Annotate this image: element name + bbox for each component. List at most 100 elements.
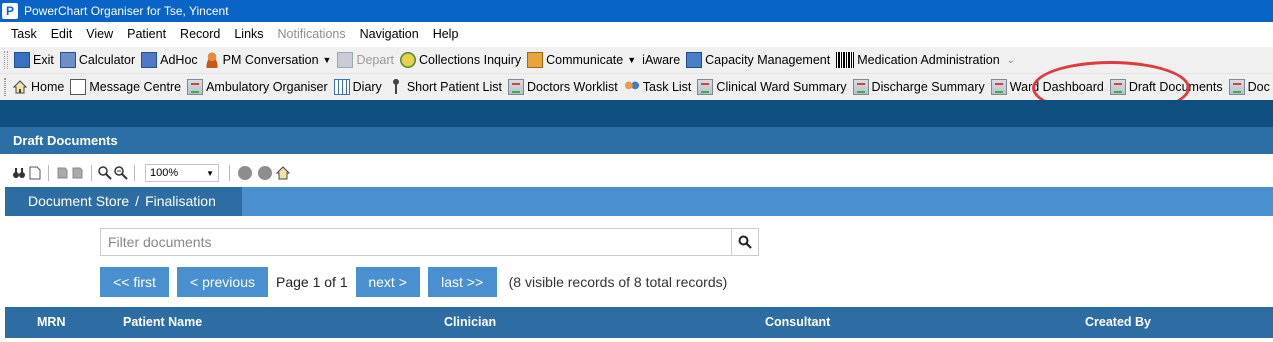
draft-documents-button[interactable]: Draft Documents bbox=[1107, 76, 1226, 98]
exit-label: Exit bbox=[33, 53, 54, 67]
breadcrumb-separator: / bbox=[135, 193, 140, 209]
column-header-created-by[interactable]: Created By bbox=[1085, 307, 1151, 338]
capacity-management-button[interactable]: Capacity Management bbox=[683, 49, 833, 71]
zoom-select[interactable]: 100% ▼ bbox=[145, 164, 219, 182]
menu-help[interactable]: Help bbox=[426, 22, 466, 47]
discharge-summary-button[interactable]: Discharge Summary bbox=[850, 76, 988, 98]
navigation-toolbar: Home Message Centre Ambulatory Organiser… bbox=[0, 74, 1273, 100]
home-icon bbox=[12, 80, 28, 94]
ward-dashboard-label: Ward Dashboard bbox=[1009, 80, 1104, 94]
doctors-worklist-button[interactable]: Doctors Worklist bbox=[505, 76, 621, 98]
patient-banner-bar bbox=[0, 100, 1273, 127]
filter-documents-input[interactable]: Filter documents bbox=[100, 228, 731, 256]
search-icon bbox=[738, 235, 752, 249]
chevron-down-icon[interactable]: ▼ bbox=[627, 55, 636, 65]
previous-page-icon[interactable] bbox=[55, 166, 69, 180]
chevron-down-icon[interactable]: ▼ bbox=[323, 55, 332, 65]
coin-icon bbox=[399, 52, 416, 68]
person-icon bbox=[203, 52, 220, 68]
pagination: << first < previous Page 1 of 1 next > l… bbox=[100, 267, 727, 297]
doctors-worklist-label: Doctors Worklist bbox=[527, 80, 618, 94]
toolbar-divider bbox=[134, 165, 135, 181]
stop-circle-icon[interactable] bbox=[258, 166, 272, 180]
document-icon bbox=[508, 79, 525, 95]
task-list-label: Task List bbox=[642, 80, 692, 94]
last-page-button[interactable]: last >> bbox=[427, 267, 497, 297]
menu-navigation[interactable]: Navigation bbox=[353, 22, 426, 47]
draft-documents-label: Draft Documents bbox=[1128, 80, 1223, 94]
pm-conversation-button[interactable]: PM Conversation ▼ bbox=[201, 49, 335, 71]
document-icon bbox=[990, 79, 1007, 95]
diary-label: Diary bbox=[352, 80, 382, 94]
column-header-mrn[interactable]: MRN bbox=[37, 307, 65, 338]
medication-administration-label: Medication Administration bbox=[857, 53, 1000, 67]
first-page-button[interactable]: << first bbox=[100, 267, 169, 297]
home-button[interactable]: Home bbox=[9, 76, 67, 98]
powerchart-app-icon: P bbox=[2, 3, 18, 19]
next-page-button[interactable]: next > bbox=[355, 267, 420, 297]
doc-signing-label: Doc Signing bbox=[1247, 80, 1273, 94]
previous-page-button[interactable]: < previous bbox=[177, 267, 268, 297]
menu-view[interactable]: View bbox=[79, 22, 120, 47]
chart-icon bbox=[686, 52, 703, 68]
page-icon[interactable] bbox=[28, 166, 42, 180]
menu-edit[interactable]: Edit bbox=[44, 22, 80, 47]
walking-person-icon bbox=[387, 79, 404, 95]
chevron-down-icon: ▼ bbox=[206, 168, 214, 178]
message-icon bbox=[70, 79, 87, 95]
documents-table-header: MRN Patient Name Clinician Consultant Cr… bbox=[5, 307, 1273, 338]
toolbar-overflow-icon[interactable]: ⌄ bbox=[1007, 55, 1015, 66]
message-centre-button[interactable]: Message Centre bbox=[67, 76, 184, 98]
exit-button[interactable]: Exit bbox=[11, 49, 57, 71]
collections-inquiry-button[interactable]: Collections Inquiry bbox=[397, 49, 524, 71]
document-icon bbox=[697, 79, 714, 95]
menu-record[interactable]: Record bbox=[173, 22, 227, 47]
toolbar-grip[interactable] bbox=[4, 78, 6, 96]
short-patient-list-button[interactable]: Short Patient List bbox=[385, 76, 505, 98]
clinical-ward-summary-button[interactable]: Clinical Ward Summary bbox=[694, 76, 849, 98]
section-title: Draft Documents bbox=[0, 127, 1273, 154]
column-header-clinician[interactable]: Clinician bbox=[444, 307, 496, 338]
breadcrumb-root[interactable]: Document Store bbox=[28, 193, 129, 209]
zoom-in-icon[interactable] bbox=[114, 166, 128, 180]
viewer-toolbar: 100% ▼ bbox=[0, 160, 320, 186]
document-icon bbox=[1228, 79, 1245, 95]
ward-dashboard-button[interactable]: Ward Dashboard bbox=[988, 76, 1107, 98]
document-icon bbox=[187, 79, 204, 95]
calculator-button[interactable]: Calculator bbox=[57, 49, 138, 71]
iaware-button[interactable]: iAware bbox=[639, 49, 683, 71]
column-header-consultant[interactable]: Consultant bbox=[765, 307, 830, 338]
communicate-button[interactable]: Communicate ▼ bbox=[524, 49, 639, 71]
home-label: Home bbox=[31, 80, 65, 94]
calculator-icon bbox=[59, 52, 76, 68]
record-circle-icon[interactable] bbox=[238, 166, 252, 180]
envelope-icon bbox=[527, 52, 544, 68]
discharge-summary-label: Discharge Summary bbox=[871, 80, 985, 94]
breadcrumb-bar: Document Store / Finalisation bbox=[5, 187, 1273, 216]
toolbar-divider bbox=[48, 165, 49, 181]
menu-links[interactable]: Links bbox=[227, 22, 270, 47]
home-icon[interactable] bbox=[276, 166, 290, 180]
medication-administration-button[interactable]: Medication Administration bbox=[833, 49, 1002, 71]
adhoc-label: AdHoc bbox=[160, 53, 198, 67]
pm-conversation-label: PM Conversation bbox=[222, 53, 319, 67]
menu-patient[interactable]: Patient bbox=[120, 22, 173, 47]
menu-notifications: Notifications bbox=[277, 27, 346, 41]
task-list-button[interactable]: Task List bbox=[621, 76, 695, 98]
menu-task[interactable]: Task bbox=[4, 22, 44, 47]
depart-icon bbox=[337, 52, 354, 68]
column-header-patient-name[interactable]: Patient Name bbox=[123, 307, 202, 338]
ambulatory-organiser-button[interactable]: Ambulatory Organiser bbox=[184, 76, 331, 98]
binoculars-icon[interactable] bbox=[12, 166, 26, 180]
diary-button[interactable]: Diary bbox=[331, 76, 385, 98]
search-button[interactable] bbox=[731, 228, 759, 256]
next-page-icon[interactable] bbox=[71, 166, 85, 180]
breadcrumb: Document Store / Finalisation bbox=[5, 187, 242, 216]
adhoc-icon bbox=[141, 52, 158, 68]
toolbar-grip[interactable] bbox=[4, 51, 8, 69]
adhoc-button[interactable]: AdHoc bbox=[138, 49, 201, 71]
window-title-bar: P PowerChart Organiser for Tse, Yincent bbox=[0, 0, 1273, 22]
zoom-out-icon[interactable] bbox=[98, 166, 112, 180]
doc-signing-button[interactable]: Doc Signing bbox=[1226, 76, 1273, 98]
toolbar-divider bbox=[91, 165, 92, 181]
